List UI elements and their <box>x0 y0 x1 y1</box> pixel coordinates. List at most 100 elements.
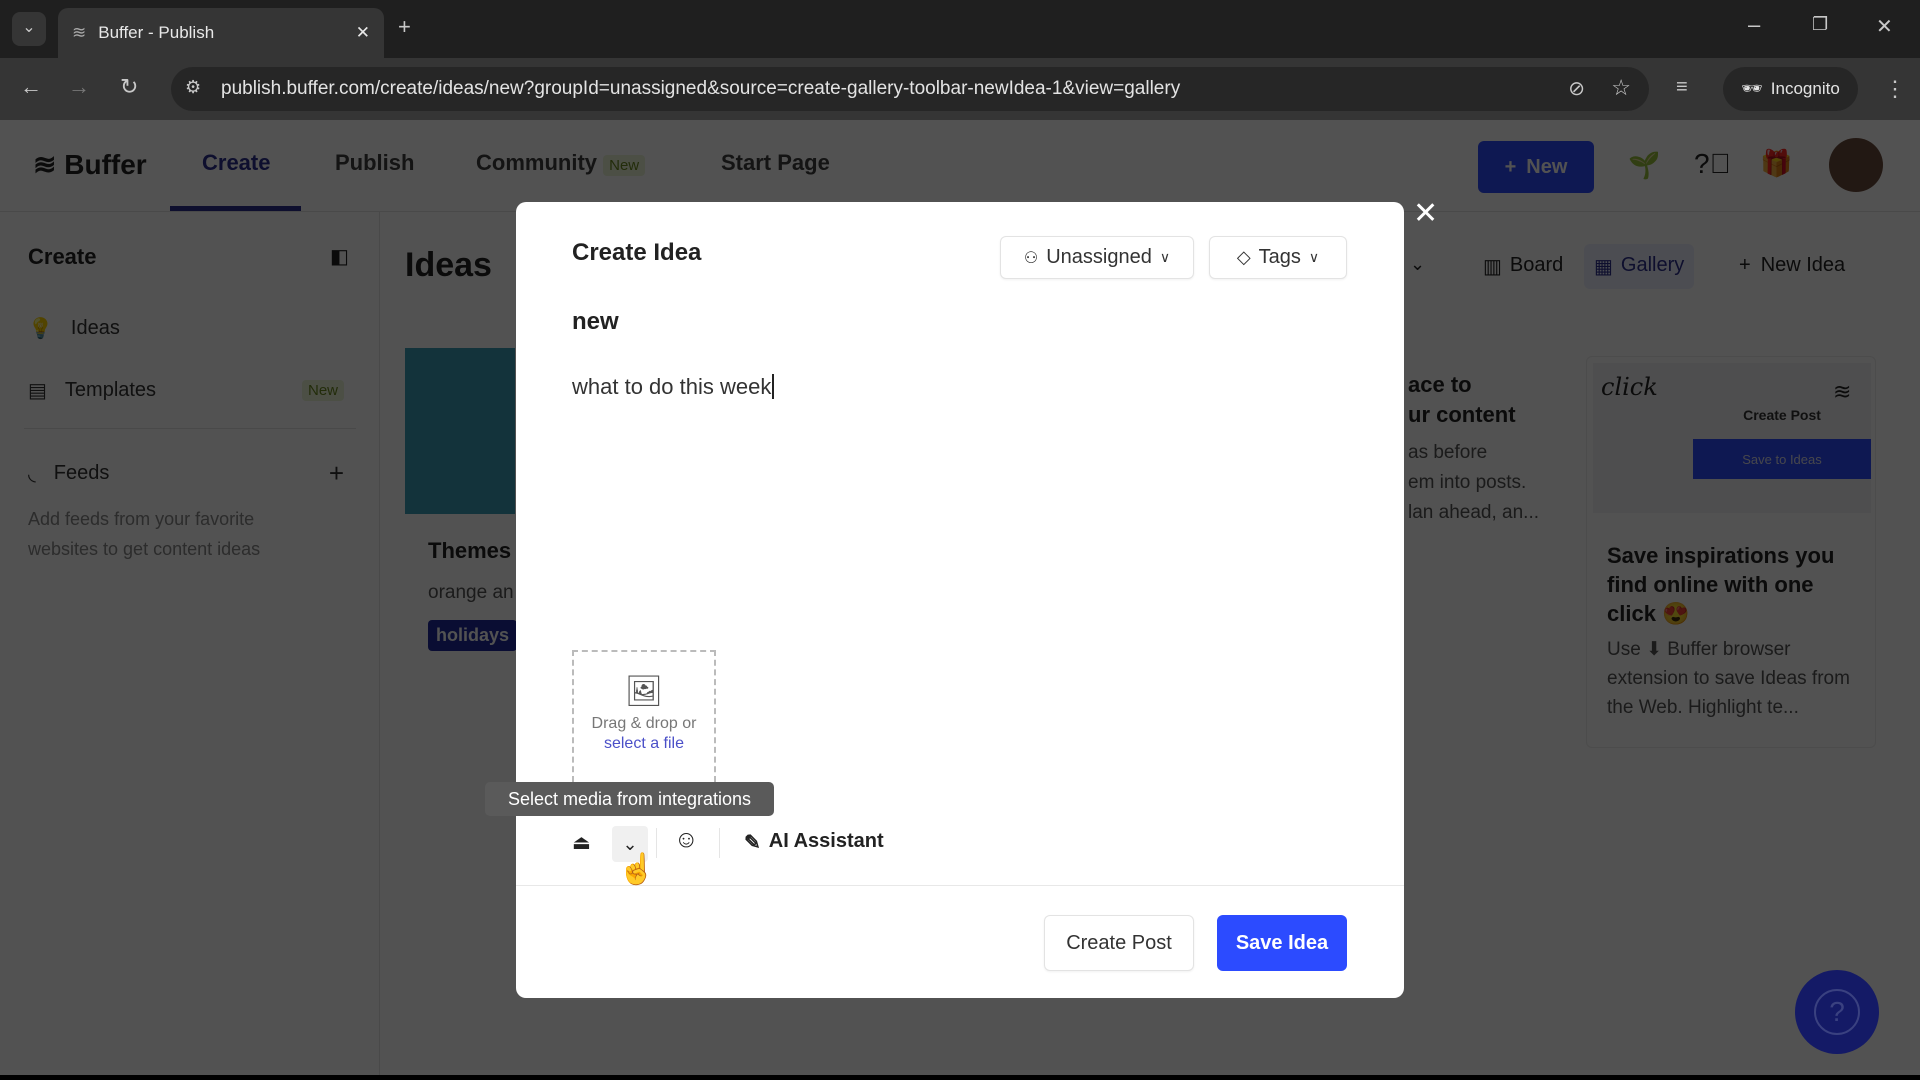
idea-title-input[interactable]: new <box>572 308 619 336</box>
active-tab-underline <box>170 206 301 211</box>
site-info-icon[interactable]: ⚙ <box>185 77 201 98</box>
tab-community-label: Community <box>476 150 597 175</box>
card-body-line: as before <box>1408 442 1488 463</box>
eye-off-icon[interactable]: ⊘ <box>1568 76 1585 101</box>
ai-assistant-label: AI Assistant <box>768 830 884 852</box>
card-tag[interactable]: holidays <box>428 620 518 651</box>
avatar[interactable] <box>1829 138 1883 192</box>
tab-start-page[interactable]: Start Page <box>721 150 830 176</box>
sidebar-item-templates[interactable]: ▤ Templates New <box>28 378 344 403</box>
tab-search-button[interactable]: ⌄ <box>12 12 46 46</box>
collapse-sidebar-icon[interactable]: ◧ <box>330 244 349 269</box>
chevron-down-icon: ∨ <box>1159 249 1171 265</box>
page-title: Ideas <box>405 246 492 284</box>
card-body: Use ⬇ Buffer browser extension to save I… <box>1607 639 1850 718</box>
help-circle-icon[interactable]: ?⃝ <box>1694 148 1731 180</box>
upload-icon[interactable]: ⏏ <box>572 830 591 855</box>
buffer-favicon-icon: ≋ <box>72 23 87 42</box>
incognito-indicator[interactable]: 🕶 Incognito <box>1723 67 1858 111</box>
select-file-link[interactable]: select a file <box>574 735 714 753</box>
help-button[interactable]: ? <box>1795 970 1879 1054</box>
tab-create[interactable]: Create <box>202 150 270 176</box>
buffer-logo-icon: ≋ <box>1833 379 1852 404</box>
plus-icon: + <box>1739 254 1751 276</box>
chevron-down-icon[interactable]: ⌄ <box>1410 254 1425 275</box>
sidebar: Create ◧ 💡 Ideas ▤ Templates New ◟ Feeds + Ad… <box>0 212 380 1075</box>
tags-select-label: Tags <box>1258 246 1301 268</box>
divider <box>656 828 657 858</box>
new-button-label: New <box>1526 155 1568 178</box>
tags-select[interactable]: ◇ Tags ∨ <box>1209 236 1347 279</box>
sidebar-item-ideas[interactable]: 💡 Ideas <box>28 316 120 341</box>
new-idea-label: New Idea <box>1760 254 1846 276</box>
card-body: orange an <box>428 582 514 603</box>
url-bar[interactable]: ⚙ publish.buffer.com/create/ideas/new?gr… <box>171 67 1649 111</box>
illustration-click-text: click <box>1601 373 1658 401</box>
board-view-button[interactable]: ▥ Board <box>1483 254 1563 279</box>
board-icon: ▥ <box>1483 256 1502 278</box>
new-badge: New <box>301 380 344 401</box>
incognito-icon: 🕶 <box>1741 79 1763 98</box>
gift-icon[interactable]: 🎁 <box>1760 148 1792 179</box>
tab-title: Buffer - Publish <box>98 23 215 42</box>
bottom-edge <box>0 1075 1920 1080</box>
back-icon[interactable]: ← <box>20 74 42 100</box>
close-window-icon[interactable]: ✕ <box>1876 14 1893 39</box>
modal-title: Create Idea <box>572 239 702 266</box>
buffer-logo-icon: ≋ <box>33 149 57 180</box>
divider <box>24 428 356 429</box>
new-tab-icon[interactable]: + <box>398 14 411 40</box>
new-badge: New <box>603 155 646 176</box>
image-icon: 🖼 <box>624 675 664 708</box>
card-body: as before em into posts. lan ahead, an... <box>1408 438 1539 528</box>
illustration-save-button: Save to Ideas <box>1693 439 1871 479</box>
close-tab-icon[interactable]: ✕ <box>356 23 370 43</box>
gallery-icon: ▦ <box>1594 256 1613 278</box>
magic-wand-icon: ✎ <box>744 832 761 854</box>
incognito-label: Incognito <box>1770 79 1840 98</box>
url-text: publish.buffer.com/create/ideas/new?grou… <box>221 78 1181 99</box>
plus-icon: + <box>1504 155 1517 178</box>
card-illustration: click ≋ Create Post Save to Ideas <box>1593 363 1871 513</box>
logo-text: Buffer <box>64 149 147 180</box>
close-modal-icon[interactable]: ✕ <box>1413 196 1438 231</box>
media-dropzone[interactable]: 🖼 Drag & drop or select a file <box>572 650 716 782</box>
new-button[interactable]: + New <box>1478 141 1594 193</box>
browser-tab-bar: ⌄ ≋ Buffer - Publish ✕ + – ❐ ✕ <box>0 0 1920 58</box>
extension-card[interactable]: click ≋ Create Post Save to Ideas Save i… <box>1586 356 1876 748</box>
restore-icon[interactable]: ❐ <box>1812 14 1828 35</box>
template-icon: ▤ <box>28 380 47 402</box>
text-cursor <box>772 374 775 399</box>
group-select[interactable]: ⚇ Unassigned ∨ <box>1000 236 1194 279</box>
idea-body-input[interactable]: what to do this week <box>572 374 1348 634</box>
feeds-description: Add feeds from your favorite websites to… <box>28 509 261 559</box>
gallery-view-button[interactable]: ▦ Gallery <box>1584 244 1695 289</box>
card-image[interactable] <box>405 348 515 514</box>
buffer-logo[interactable]: ≋ Buffer <box>33 148 147 181</box>
minimize-icon[interactable]: – <box>1748 12 1760 38</box>
plant-icon[interactable]: 🌱 <box>1628 150 1660 181</box>
tab-community[interactable]: Community New <box>476 150 646 176</box>
reload-icon[interactable]: ↻ <box>120 74 138 100</box>
create-post-button[interactable]: Create Post <box>1044 915 1194 971</box>
divider <box>719 828 720 858</box>
card-title: Themes <box>428 538 512 563</box>
bookmark-star-icon[interactable]: ☆ <box>1611 75 1631 101</box>
browser-tab[interactable]: ≋ Buffer - Publish ✕ <box>58 8 384 58</box>
tab-publish[interactable]: Publish <box>335 150 414 176</box>
new-idea-button[interactable]: + New Idea <box>1739 254 1845 277</box>
reading-list-icon[interactable]: ≡ <box>1676 76 1688 99</box>
board-label: Board <box>1509 254 1564 276</box>
sidebar-item-label: Templates <box>64 379 157 401</box>
sidebar-item-label: Ideas <box>70 317 120 339</box>
sidebar-item-feeds[interactable]: ◟ Feeds + <box>28 458 344 489</box>
forward-icon[interactable]: → <box>68 74 90 100</box>
add-feed-icon[interactable]: + <box>329 458 344 489</box>
emoji-icon[interactable]: ☺ <box>674 826 699 854</box>
ai-assistant-button[interactable]: ✎ AI Assistant <box>744 830 884 855</box>
menu-icon[interactable]: ⋮ <box>1884 76 1906 102</box>
illustration-create-post: Create Post <box>1743 407 1821 423</box>
card-body-line: em into posts. <box>1408 472 1527 493</box>
idea-body-text: what to do this week <box>572 374 772 399</box>
save-idea-button[interactable]: Save Idea <box>1217 915 1347 971</box>
